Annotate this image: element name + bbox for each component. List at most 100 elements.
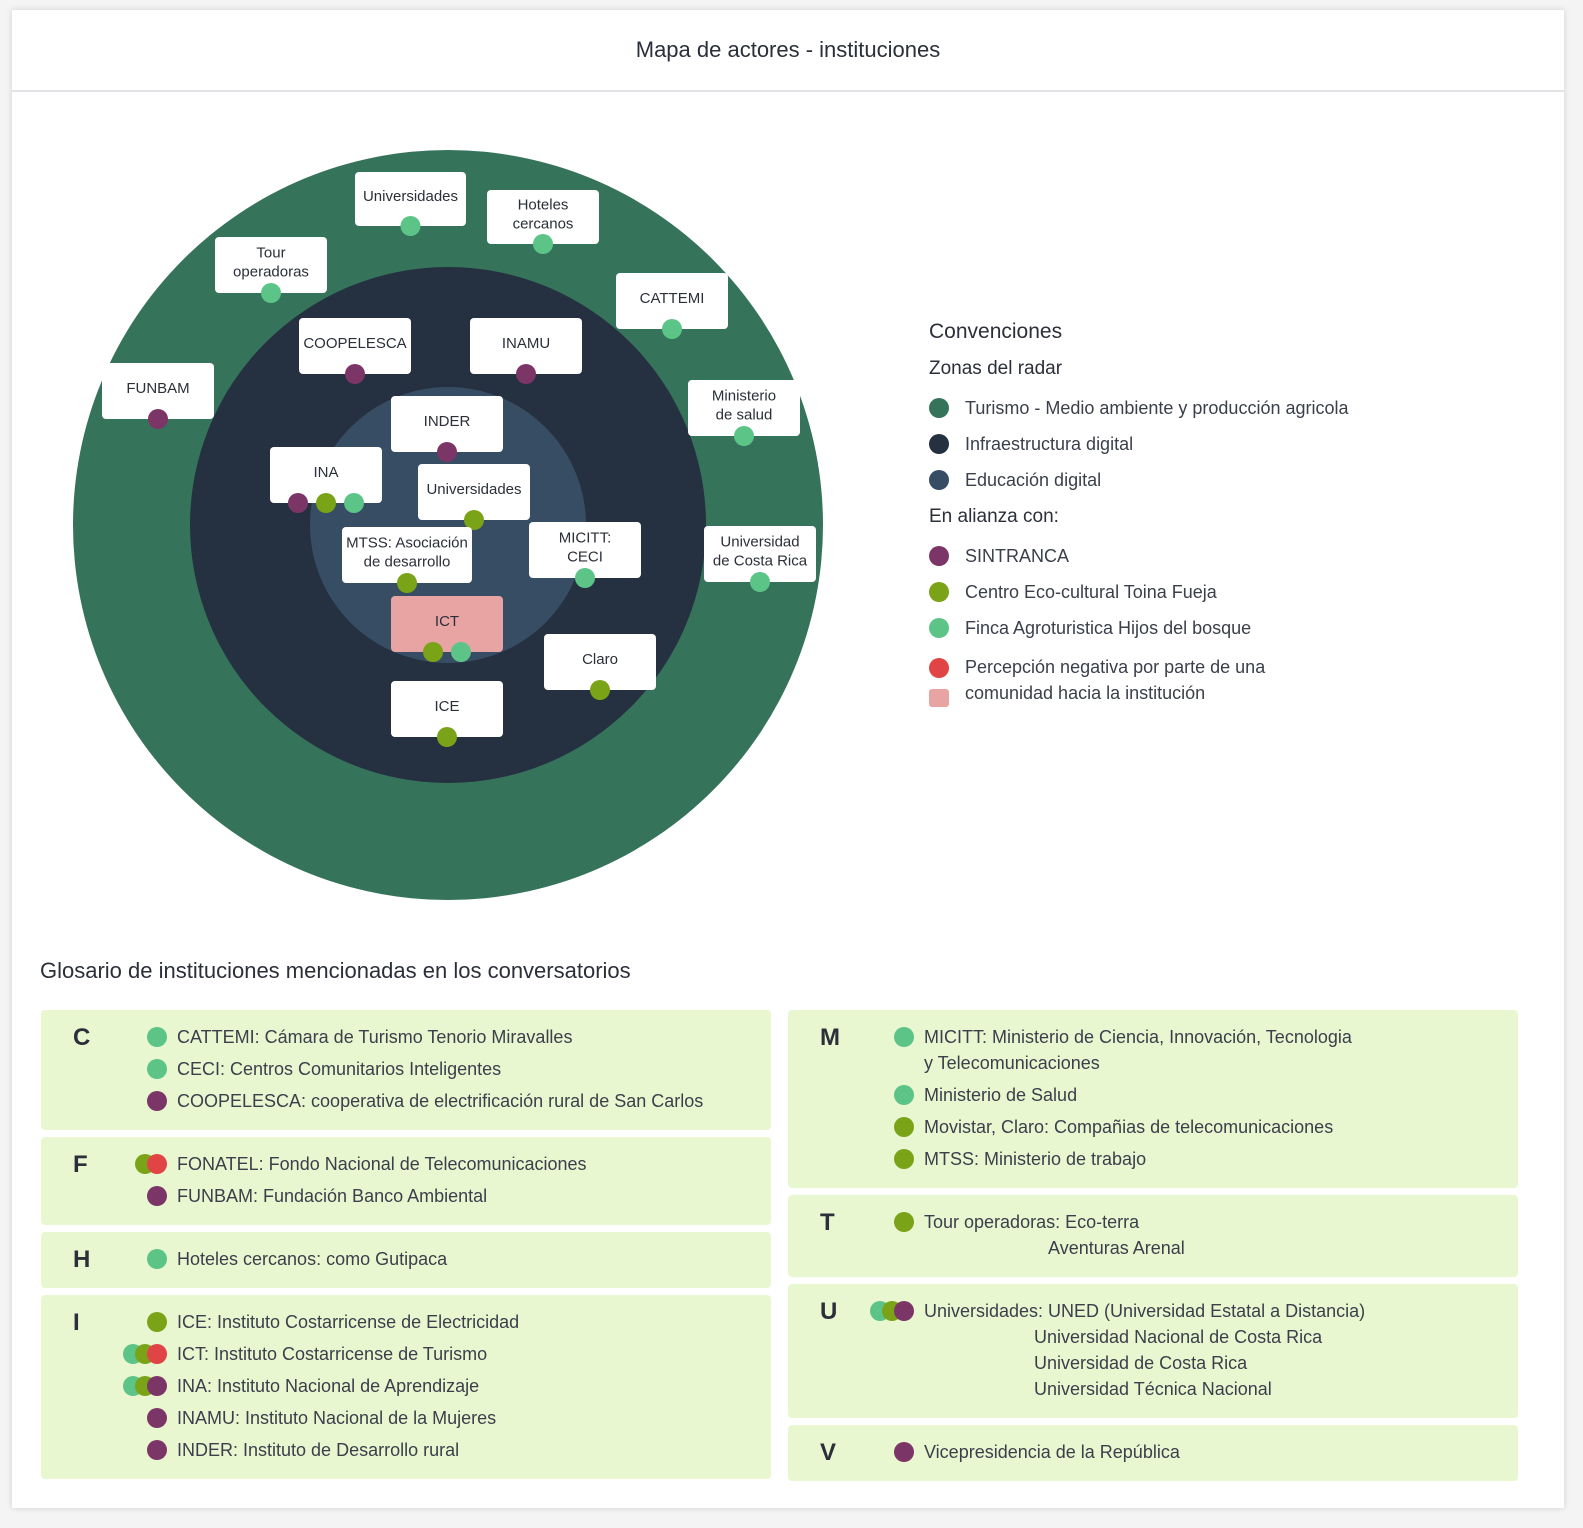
glossary-item-text: Vicepresidencia de la República xyxy=(924,1442,1180,1462)
glossary-item-text: Tour operadoras: Eco-terra Aventuras Are… xyxy=(924,1212,1185,1258)
glossary-left-column: C CATTEMI: Cámara de Turismo Tenorio Mira… xyxy=(41,1010,771,1486)
glossary-item-text: INAMU: Instituto Nacional de la Mujeres xyxy=(177,1408,497,1428)
glossary-dot-sintranca-icon xyxy=(894,1442,914,1462)
legend-alliance-label: SINTRANCA xyxy=(965,545,1070,566)
glossary-dot-toina-icon xyxy=(894,1149,914,1169)
glossary-item-text: FONATEL: Fondo Nacional de Telecomunicac… xyxy=(177,1154,587,1174)
legend-dot-icon xyxy=(929,434,949,454)
legend-dot-icon xyxy=(929,398,949,418)
glossary-dot-sintranca-icon xyxy=(147,1186,167,1206)
glossary-item: FONATEL: Fondo Nacional de Telecomunicac… xyxy=(41,1151,771,1177)
alliance-dot-finca xyxy=(734,426,754,446)
glossary-item: Hoteles cercanos: como Gutipaca xyxy=(41,1246,771,1272)
glossary-item-text: FUNBAM: Fundación Banco Ambiental xyxy=(177,1186,488,1206)
alliance-dot-finca xyxy=(344,493,364,513)
alliance-dot-toina xyxy=(437,727,457,747)
glossary-group: V Vicepresidencia de la República xyxy=(788,1425,1518,1481)
glossary-item: ICT: Instituto Costarricense de Turismo xyxy=(41,1341,771,1367)
glossary-dot-finca-icon xyxy=(894,1027,914,1047)
glossary-title: Glosario de instituciones mencionadas en… xyxy=(40,958,631,983)
glossary-item: Movistar, Claro: Compañias de telecomuni… xyxy=(788,1114,1518,1140)
radar-node-label: operadoras xyxy=(233,263,309,280)
glossary-letter: V xyxy=(820,1439,837,1466)
glossary-item: Tour operadoras: Eco-terra Aventuras Are… xyxy=(788,1209,1518,1261)
alliance-dot-toina xyxy=(397,573,417,593)
radar-node-label: INDER xyxy=(424,413,471,430)
glossary-letter: I xyxy=(73,1309,80,1336)
radar-node-label: ICE xyxy=(434,698,459,715)
radar-node-label: Claro xyxy=(582,651,618,668)
glossary-group: M MICITT: Ministerio de Ciencia, Innovaci… xyxy=(788,1010,1518,1188)
main-card: Mapa de actores - instituciones Universi… xyxy=(12,10,1564,1508)
glossary-letter: C xyxy=(73,1024,91,1051)
alliance-dot-finca xyxy=(575,568,595,588)
glossary-dot-toina-icon xyxy=(894,1117,914,1137)
glossary-item-text: COOPELESCA: cooperativa de electrificaci… xyxy=(177,1091,704,1111)
legend-dot-icon xyxy=(929,618,949,638)
legend-zone-label: Turismo - Medio ambiente y producción ag… xyxy=(965,397,1349,418)
glossary-dot-sintranca-icon xyxy=(147,1408,167,1428)
glossary-item: CATTEMI: Cámara de Turismo Tenorio Mirav… xyxy=(41,1024,771,1050)
legend-heading: Convenciones xyxy=(929,320,1063,343)
radar-node-label: Ministerio xyxy=(712,387,776,404)
radar-node-label: Universidad xyxy=(720,533,799,550)
radar-node-label: ICT xyxy=(435,613,459,630)
negative-box-icon xyxy=(929,689,949,707)
glossary-dot-finca-icon xyxy=(147,1249,167,1269)
glossary-item: Vicepresidencia de la República xyxy=(788,1439,1518,1465)
radar-node-label: de salud xyxy=(716,406,773,423)
glossary-group: T Tour operadoras: Eco-terra Aventuras Ar… xyxy=(788,1195,1518,1277)
glossary-item-text: ICT: Instituto Costarricense de Turismo xyxy=(177,1344,488,1364)
radar-node-label: FUNBAM xyxy=(126,380,189,397)
radar-node-label: CECI xyxy=(567,548,603,565)
glossary-item: INAMU: Instituto Nacional de la Mujeres xyxy=(41,1405,771,1431)
alliance-dot-sintranca xyxy=(516,364,536,384)
glossary-right-column: M MICITT: Ministerio de Ciencia, Innovaci… xyxy=(788,1010,1518,1488)
glossary-dot-negative-icon xyxy=(147,1154,167,1174)
alliance-dot-finca xyxy=(662,319,682,339)
glossary-dot-sintranca-icon xyxy=(147,1376,167,1396)
legend-dot-icon xyxy=(929,470,949,490)
radar-node-label: Universidades xyxy=(363,188,458,205)
glossary-item-text: Movistar, Claro: Compañias de telecomuni… xyxy=(924,1117,1334,1137)
legend-zone-item: Educación digital xyxy=(929,462,1529,498)
glossary-dot-sintranca-icon xyxy=(147,1091,167,1111)
legend-alliance-item: Finca Agroturistica Hijos del bosque xyxy=(929,610,1529,646)
legend-zones: Turismo - Medio ambiente y producción ag… xyxy=(929,390,1529,498)
alliance-dot-sintranca xyxy=(345,364,365,384)
glossary-item: Universidades: UNED (Universidad Estatal… xyxy=(788,1298,1518,1402)
legend: Convenciones Zonas del radar Turismo - M… xyxy=(929,320,1529,718)
glossary-item: FUNBAM: Fundación Banco Ambiental xyxy=(41,1183,771,1209)
legend-zones-title: Zonas del radar xyxy=(929,358,1063,379)
glossary-item: ICE: Instituto Costarricense de Electric… xyxy=(41,1309,771,1335)
glossary-item: Ministerio de Salud xyxy=(788,1082,1518,1108)
glossary-item-text: ICE: Instituto Costarricense de Electric… xyxy=(177,1312,520,1332)
glossary-item-text: CATTEMI: Cámara de Turismo Tenorio Mirav… xyxy=(177,1027,573,1047)
glossary-dot-sintranca-icon xyxy=(894,1301,914,1321)
glossary-dot-negative-icon xyxy=(147,1344,167,1364)
glossary-group: C CATTEMI: Cámara de Turismo Tenorio Mira… xyxy=(41,1010,771,1130)
legend-zone-label: Infraestructura digital xyxy=(965,433,1134,454)
alliance-dot-sintranca xyxy=(288,493,308,513)
glossary-item: CECI: Centros Comunitarios Inteligentes xyxy=(41,1056,771,1082)
radar-node-label: CATTEMI xyxy=(640,290,705,307)
radar-node-label: INA xyxy=(313,464,338,481)
radar-node-label: MICITT: xyxy=(559,529,612,546)
glossary-group: F FONATEL: Fondo Nacional de Telecomunica… xyxy=(41,1137,771,1225)
radar-node-label: COOPELESCA xyxy=(303,335,406,352)
glossary-item-text: MICITT: Ministerio de Ciencia, Innovació… xyxy=(924,1027,1352,1073)
glossary-dot-toina-icon xyxy=(894,1212,914,1232)
negative-dot-icon xyxy=(929,658,949,678)
glossary-item: COOPELESCA: cooperativa de electrificaci… xyxy=(41,1088,771,1114)
glossary-item-text: INDER: Instituto de Desarrollo rural xyxy=(177,1440,460,1460)
legend-zone-label: Educación digital xyxy=(965,469,1102,490)
legend-zone-item: Turismo - Medio ambiente y producción ag… xyxy=(929,390,1529,426)
alliance-dot-toina xyxy=(590,680,610,700)
glossary-letter: T xyxy=(820,1209,835,1236)
actor-radar: Universidades Hoteles cercanos Tour operador… xyxy=(73,150,823,900)
glossary-item-text: Ministerio de Salud xyxy=(924,1085,1078,1105)
radar-node-label: Universidades xyxy=(426,481,521,498)
glossary-letter: F xyxy=(73,1151,88,1178)
alliance-dot-finca xyxy=(533,234,553,254)
legend-alliances: SINTRANCA Centro Eco-cultural Toina Fueja… xyxy=(929,538,1529,646)
